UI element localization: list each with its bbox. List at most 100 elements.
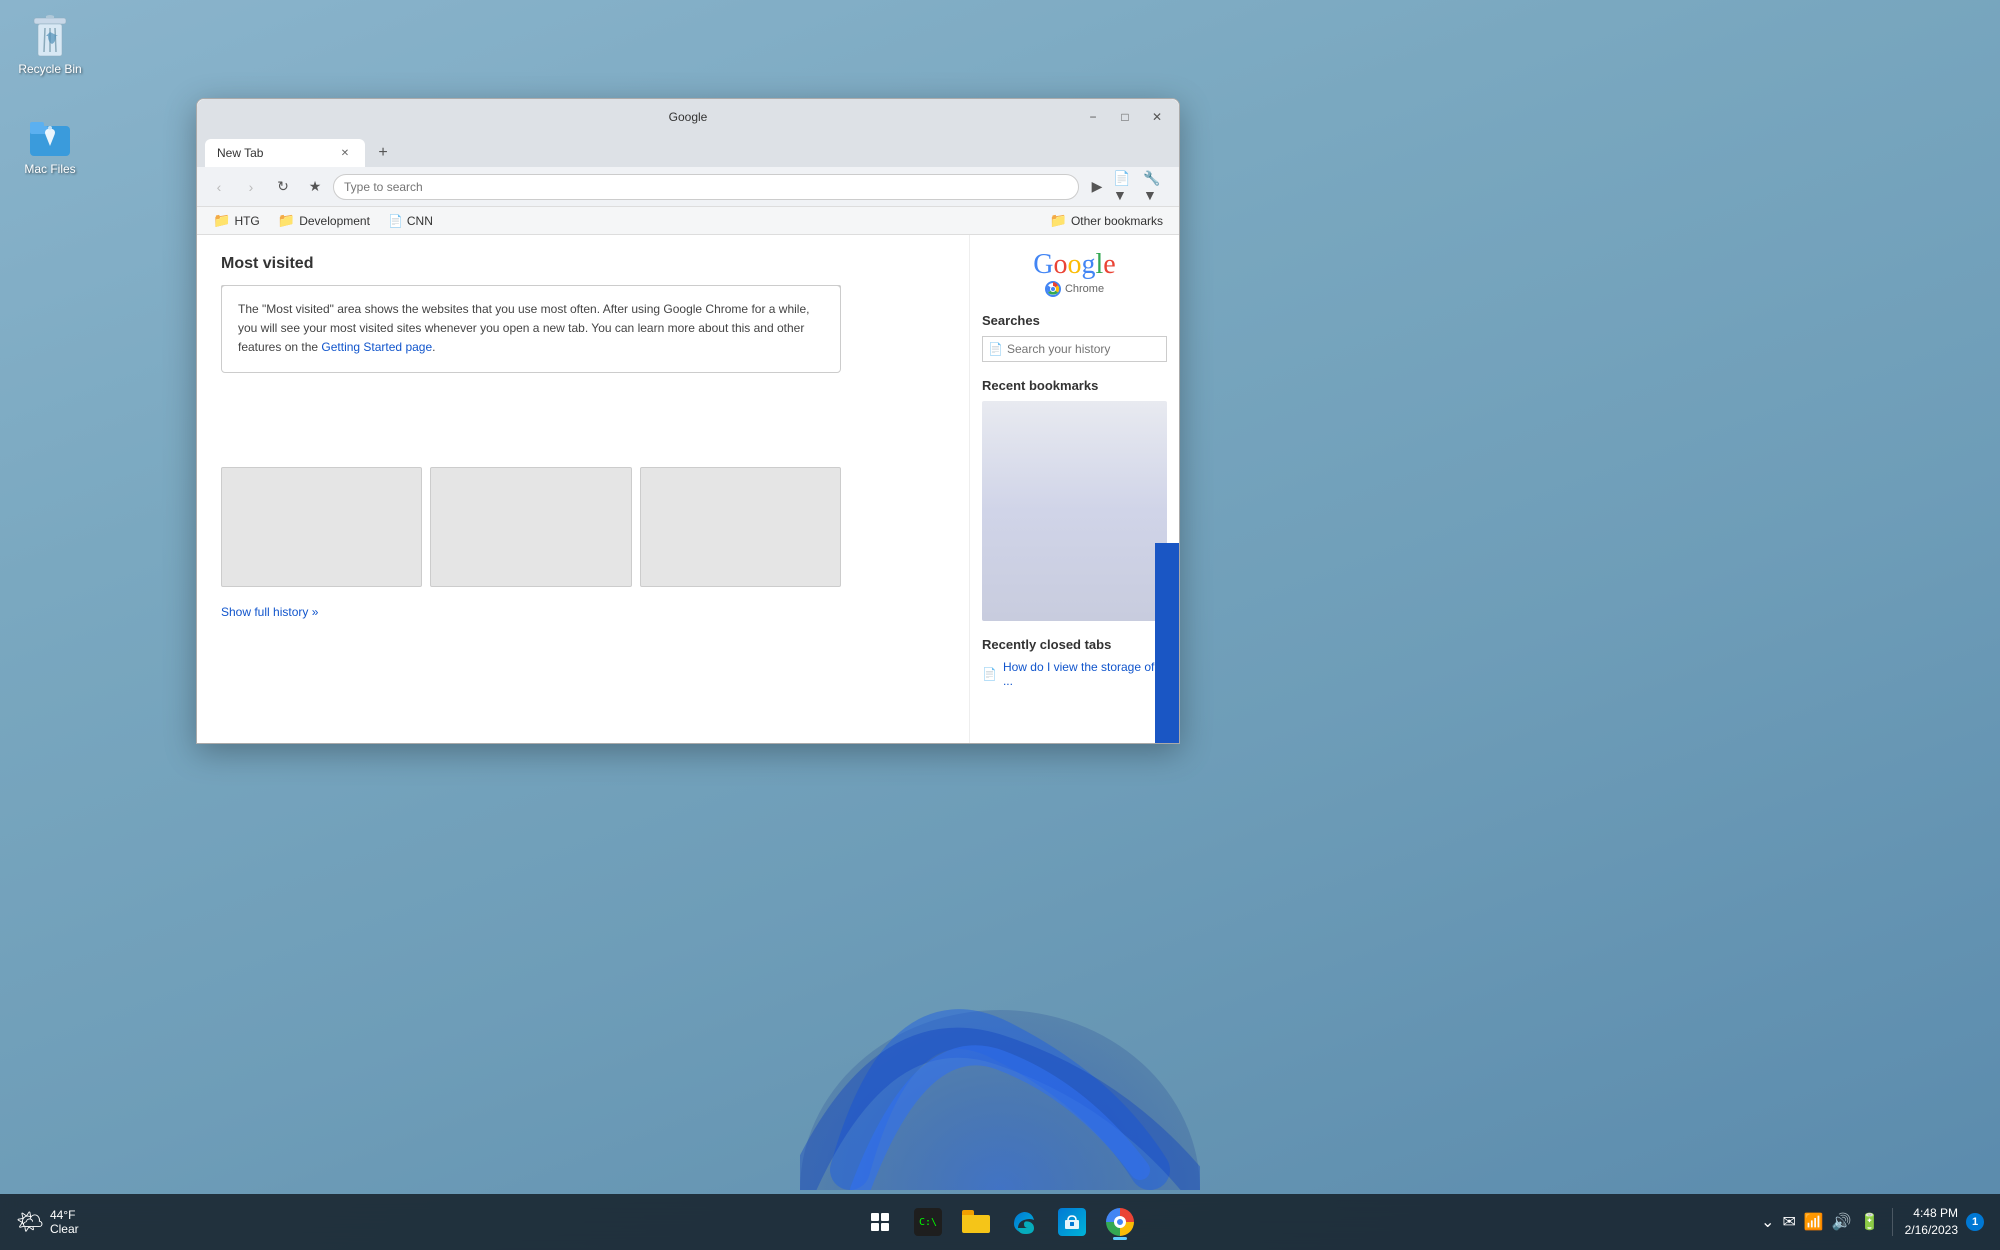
page-button[interactable]: 📄▼ xyxy=(1113,173,1141,201)
recent-bookmarks-title: Recent bookmarks xyxy=(982,378,1167,393)
thumbnail-row-2 xyxy=(221,467,841,587)
chrome-center xyxy=(1114,1216,1126,1228)
up-arrow-icon[interactable]: ⌄ xyxy=(1761,1212,1774,1232)
edge-icon xyxy=(1010,1208,1038,1236)
taskbar-file-explorer[interactable] xyxy=(956,1202,996,1242)
clock-widget[interactable]: 4:48 PM 2/16/2023 xyxy=(1905,1205,1958,1239)
bookmark-other[interactable]: 📁 Other bookmarks xyxy=(1042,210,1171,231)
closed-tab-link[interactable]: How do I view the storage of ... xyxy=(1003,660,1167,688)
recycle-bin-icon[interactable]: Recycle Bin xyxy=(10,10,90,80)
bookmark-htg-label: HTG xyxy=(234,214,259,228)
folder-icon: 📁 xyxy=(213,212,230,229)
searches-title: Searches xyxy=(982,313,1167,328)
getting-started-link[interactable]: Getting Started page xyxy=(321,340,432,354)
start-button[interactable] xyxy=(860,1202,900,1242)
maximize-button[interactable]: □ xyxy=(1111,106,1139,128)
wifi-icon[interactable]: 📶 xyxy=(1804,1212,1824,1232)
store-icon xyxy=(1058,1208,1086,1236)
browser-content: Most visited The "Most visited" area sho… xyxy=(197,235,1179,743)
nav-bar: ‹ › ↻ ★ Type to search ▶ 📄▼ 🔧▼ xyxy=(197,167,1179,207)
mac-files-desktop-icon[interactable]: Mac Files xyxy=(10,110,90,180)
bookmark-htg[interactable]: 📁 HTG xyxy=(205,210,268,231)
tab-bar: New Tab ✕ + xyxy=(197,135,1179,167)
bookmark-star-button[interactable]: ★ xyxy=(301,173,329,201)
recently-closed-title: Recently closed tabs xyxy=(982,637,1167,652)
show-history-link[interactable]: Show full history » xyxy=(221,605,318,619)
refresh-button[interactable]: ↻ xyxy=(269,173,297,201)
tab-close-button[interactable]: ✕ xyxy=(337,145,353,161)
chrome-logo-small xyxy=(1045,281,1061,297)
start-grid-cell-1 xyxy=(871,1213,879,1221)
g-letter-1: G xyxy=(1033,249,1053,280)
recycle-bin-label: Recycle Bin xyxy=(18,62,81,76)
chrome-taskbar-icon xyxy=(1106,1208,1134,1236)
g-letter-2: o xyxy=(1054,249,1068,280)
notification-badge[interactable]: 1 xyxy=(1966,1213,1984,1231)
recycle-bin-image xyxy=(26,14,74,62)
close-button[interactable]: ✕ xyxy=(1143,106,1171,128)
bookmark-other-label: Other bookmarks xyxy=(1071,214,1163,228)
start-grid-cell-2 xyxy=(881,1213,889,1221)
store-svg xyxy=(1063,1213,1081,1231)
taskbar-right: ⌄ ✉ 📶 🔊 🔋 4:48 PM 2/16/2023 1 xyxy=(1761,1205,1984,1239)
tab-label: New Tab xyxy=(217,146,263,160)
minimize-button[interactable]: − xyxy=(1079,106,1107,128)
battery-icon[interactable]: 🔋 xyxy=(1860,1212,1880,1232)
chrome-subtitle: Chrome xyxy=(982,281,1167,297)
title-bar: Google − □ ✕ xyxy=(197,99,1179,135)
wallpaper-decoration xyxy=(800,890,1200,1190)
most-visited-title: Most visited xyxy=(221,255,945,273)
clock-time: 4:48 PM xyxy=(1905,1205,1958,1222)
thumbnail-cell-4 xyxy=(221,467,422,587)
right-sidebar: Google Chrome xyxy=(969,235,1179,743)
go-button[interactable]: ▶ xyxy=(1083,173,1111,201)
folder-body xyxy=(962,1215,990,1233)
weather-widget[interactable]: 🌤 44°F Clear xyxy=(16,1208,79,1236)
search-history-box: 📄 xyxy=(982,336,1167,362)
search-history-input[interactable] xyxy=(982,336,1167,362)
bookmark-cnn[interactable]: 📄 CNN xyxy=(380,212,441,230)
file-explorer-icon xyxy=(962,1210,990,1234)
bookmark-development[interactable]: 📁 Development xyxy=(270,210,378,231)
info-text-part2: . xyxy=(432,340,435,354)
main-content: Most visited The "Most visited" area sho… xyxy=(197,235,969,743)
page-icon: 📄 xyxy=(982,667,997,681)
google-text: Google xyxy=(982,251,1167,279)
back-button[interactable]: ‹ xyxy=(205,173,233,201)
settings-button[interactable]: 🔧▼ xyxy=(1143,173,1171,201)
taskbar-chrome[interactable] xyxy=(1100,1202,1140,1242)
nav-right-buttons: ▶ 📄▼ 🔧▼ xyxy=(1083,173,1171,201)
edge-svg xyxy=(1010,1208,1038,1236)
forward-button[interactable]: › xyxy=(237,173,265,201)
temperature: 44°F xyxy=(50,1208,79,1222)
blue-stripe-decoration xyxy=(1155,543,1179,743)
g-letter-4: g xyxy=(1082,249,1096,280)
new-tab[interactable]: New Tab ✕ xyxy=(205,139,365,167)
taskbar-app-icons: C:\ xyxy=(860,1202,1140,1242)
new-tab-button[interactable]: + xyxy=(369,139,397,167)
weather-icon: 🌤 xyxy=(16,1209,44,1235)
info-tooltip: The "Most visited" area shows the websit… xyxy=(221,285,841,373)
taskbar-cmd[interactable]: C:\ xyxy=(908,1202,948,1242)
cmd-icon: C:\ xyxy=(914,1208,942,1236)
volume-icon[interactable]: 🔊 xyxy=(1832,1212,1852,1232)
tray-divider xyxy=(1892,1208,1893,1236)
bookmarks-bar: 📁 HTG 📁 Development 📄 CNN 📁 Other bookma… xyxy=(197,207,1179,235)
g-letter-6: e xyxy=(1103,249,1115,280)
taskbar-store[interactable] xyxy=(1052,1202,1092,1242)
folder-icon: 📁 xyxy=(1050,212,1067,229)
mac-files-image xyxy=(26,114,74,162)
system-tray: ⌄ ✉ 📶 🔊 🔋 xyxy=(1761,1212,1880,1232)
start-grid-cell-3 xyxy=(871,1223,879,1231)
address-input[interactable] xyxy=(344,180,1068,194)
weather-condition: Clear xyxy=(50,1222,79,1236)
start-grid-cell-4 xyxy=(881,1223,889,1231)
taskbar-edge[interactable] xyxy=(1004,1202,1044,1242)
browser-window: Google − □ ✕ New Tab ✕ + ‹ › ↻ ★ Type to… xyxy=(196,98,1180,744)
file-icon: 📄 xyxy=(388,214,403,228)
bookmark-cnn-label: CNN xyxy=(407,214,433,228)
address-bar[interactable]: Type to search xyxy=(333,174,1079,200)
network-icon[interactable]: ✉ xyxy=(1782,1212,1795,1232)
start-grid-icon xyxy=(871,1213,889,1231)
google-chrome-logo: Google Chrome xyxy=(982,251,1167,297)
